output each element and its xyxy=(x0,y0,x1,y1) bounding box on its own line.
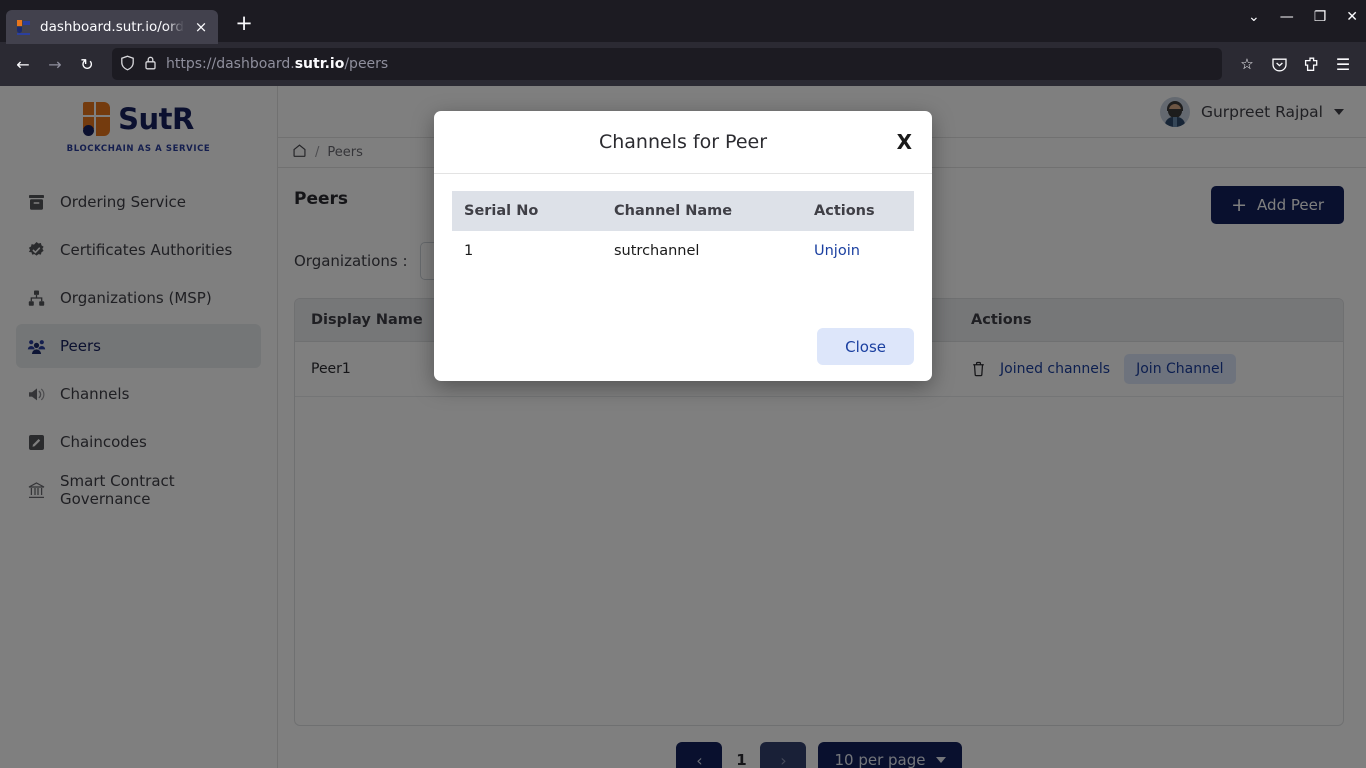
cell-serial-no: 1 xyxy=(464,243,474,259)
column-channel-name: Channel Name xyxy=(602,191,802,231)
browser-tab-bar: dashboard.sutr.io/orderin × + ⌄ — ❐ ✕ xyxy=(0,0,1366,44)
window-controls: ⌄ — ❐ ✕ xyxy=(1248,10,1358,24)
hamburger-menu-icon[interactable]: ☰ xyxy=(1328,49,1358,79)
modal-body: Serial No Channel Name Actions 1 sutrcha… xyxy=(434,174,932,381)
list-all-tabs-icon[interactable]: ⌄ xyxy=(1248,10,1260,24)
sutr-favicon-icon xyxy=(16,19,32,35)
cell-channel-name: sutrchannel xyxy=(614,243,700,259)
channels-for-peer-modal: Channels for Peer X Serial No Channel Na… xyxy=(434,111,932,381)
shield-icon[interactable] xyxy=(120,55,135,74)
url-bar[interactable]: https://dashboard.sutr.io/peers xyxy=(112,48,1222,80)
modal-header: Channels for Peer X xyxy=(434,111,932,174)
browser-tab[interactable]: dashboard.sutr.io/orderin × xyxy=(6,10,218,44)
bookmark-star-icon[interactable]: ☆ xyxy=(1232,49,1262,79)
unjoin-link[interactable]: Unjoin xyxy=(814,243,860,259)
modal-footer: Close xyxy=(817,328,914,365)
close-icon[interactable]: X xyxy=(897,130,912,154)
reload-icon[interactable]: ↻ xyxy=(72,49,102,79)
table-row: 1 sutrchannel Unjoin xyxy=(452,231,914,271)
back-icon[interactable]: ← xyxy=(8,49,38,79)
pocket-icon[interactable] xyxy=(1264,49,1294,79)
column-actions: Actions xyxy=(802,191,914,231)
lock-icon[interactable] xyxy=(144,55,157,74)
column-serial-no: Serial No xyxy=(452,191,602,231)
close-button[interactable]: Close xyxy=(817,328,914,365)
browser-nav-bar: ← → ↻ https://dashboard.sutr.io/peers ☆ … xyxy=(0,42,1366,86)
minimize-icon[interactable]: — xyxy=(1280,10,1294,24)
modal-title: Channels for Peer xyxy=(598,131,768,153)
forward-icon[interactable]: → xyxy=(40,49,70,79)
maximize-icon[interactable]: ❐ xyxy=(1314,10,1327,24)
browser-window: dashboard.sutr.io/orderin × + ⌄ — ❐ ✕ ← … xyxy=(0,0,1366,768)
tab-title: dashboard.sutr.io/orderin xyxy=(40,19,184,35)
new-tab-button[interactable]: + xyxy=(232,13,256,34)
tab-close-icon[interactable]: × xyxy=(192,19,210,35)
modal-table-header-row: Serial No Channel Name Actions xyxy=(452,191,914,231)
url-text: https://dashboard.sutr.io/peers xyxy=(166,56,389,72)
app-viewport: SutR BLOCKCHAIN AS A SERVICE Ordering Se… xyxy=(0,86,1366,768)
channels-table: Serial No Channel Name Actions 1 sutrcha… xyxy=(452,191,914,271)
extensions-icon[interactable] xyxy=(1296,49,1326,79)
window-close-icon[interactable]: ✕ xyxy=(1346,10,1358,24)
